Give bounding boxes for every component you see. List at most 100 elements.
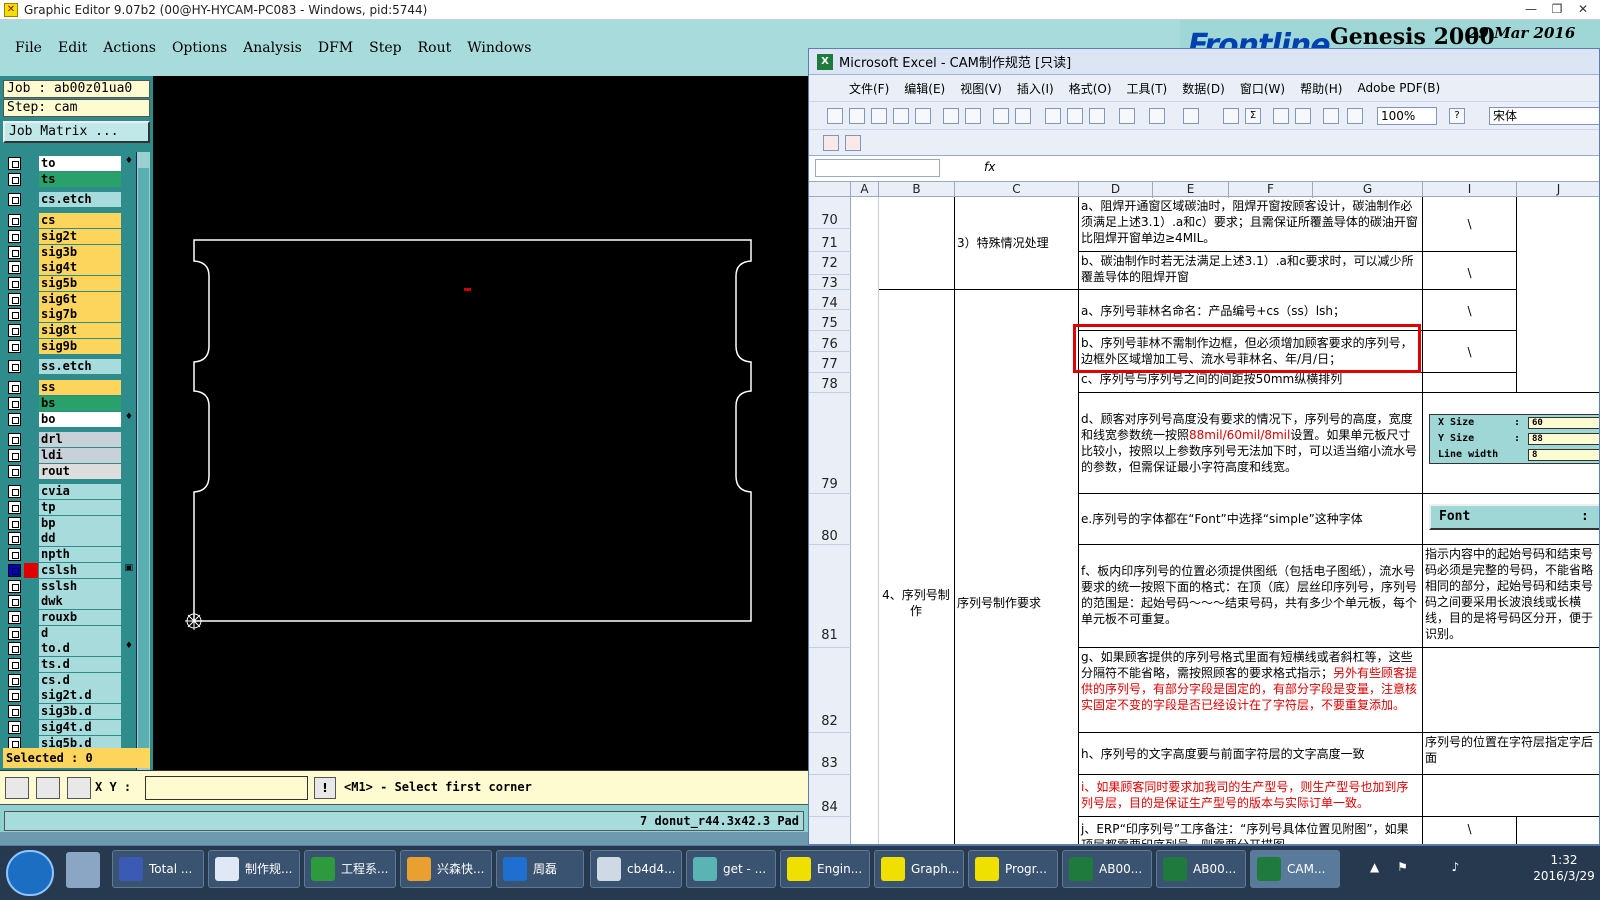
cell-i-72[interactable]: \ <box>1423 252 1517 290</box>
layer-checkbox[interactable] <box>8 705 21 719</box>
layer-name[interactable]: ss <box>39 380 121 396</box>
spelling-icon[interactable] <box>993 108 1009 124</box>
layer-row-sig2t-d[interactable]: sig2t.d <box>3 688 135 704</box>
taskbar-item[interactable]: 周磊 <box>496 850 584 888</box>
start-button[interactable] <box>6 850 54 896</box>
cut-icon[interactable] <box>1045 108 1061 124</box>
cell-d-85[interactable]: j、ERP“印序列号”工序备注：“序列号具体位置见附图”，如果顶层都需要印序列号… <box>1079 817 1423 844</box>
column-j-cells[interactable] <box>1517 197 1599 393</box>
excel-menu-view[interactable]: 视图(V) <box>960 80 1002 97</box>
layer-name[interactable]: rout <box>39 463 121 479</box>
cell-i-76[interactable]: \ <box>1423 331 1517 373</box>
layer-checkbox[interactable] <box>8 276 21 290</box>
column-a-cells[interactable] <box>851 197 879 844</box>
layer-row-to[interactable]: to ♦ <box>3 156 135 171</box>
menu-edit[interactable]: Edit <box>58 40 87 56</box>
row-header[interactable]: 82 <box>809 648 851 733</box>
layer-checkbox[interactable] <box>8 214 21 228</box>
layer-name[interactable]: bs <box>39 395 121 411</box>
layer-row-sig7b[interactable]: sig7b <box>3 307 135 323</box>
excel-menu-help[interactable]: 帮助(H) <box>1300 80 1342 97</box>
row-header[interactable]: 80 <box>809 494 851 545</box>
layer-checkbox[interactable] <box>8 563 21 577</box>
cell-i-81[interactable]: 指示内容中的起始号码和结束号码必须是完整的号码，不能省略相同的部分，起始号码和结… <box>1423 545 1599 648</box>
cell-b-70[interactable] <box>879 197 955 290</box>
layer-row-sig2t[interactable]: sig2t <box>3 228 135 244</box>
taskbar-item[interactable]: 制作规... <box>208 850 300 888</box>
layer-name[interactable]: ts.d <box>39 657 121 672</box>
row-header[interactable]: 83 <box>809 733 851 775</box>
layer-checkbox[interactable] <box>8 157 21 170</box>
cell-i-84[interactable] <box>1423 775 1599 817</box>
layer-row-sslsh[interactable]: sslsh <box>3 578 135 594</box>
permission-icon[interactable] <box>893 108 909 124</box>
layer-name[interactable]: cs <box>39 213 121 229</box>
layer-checkbox[interactable] <box>8 245 21 259</box>
layer-checkbox[interactable] <box>8 339 21 353</box>
layer-checkbox[interactable] <box>8 658 21 671</box>
layer-name[interactable]: cslsh <box>39 562 121 578</box>
layer-checkbox[interactable] <box>8 642 21 656</box>
layer-name[interactable]: cs.d <box>39 672 121 688</box>
cell-d-81[interactable]: f、板内印序列号的位置必须提供图纸（包括电子图纸），流水号要求的统一按照下面的格… <box>1079 545 1423 648</box>
layer-name[interactable]: cs.etch <box>39 192 121 208</box>
layer-row-cs-d[interactable]: cs.d <box>3 672 135 688</box>
layer-name[interactable]: sig7b <box>39 307 121 323</box>
open-icon[interactable] <box>849 108 865 124</box>
layer-name[interactable]: dwk <box>39 594 121 610</box>
layer-row-rout[interactable]: rout <box>3 463 135 479</box>
taskbar-item[interactable]: AB00... <box>1062 850 1152 888</box>
layer-name[interactable]: sig3b.d <box>39 704 121 720</box>
col-header-a[interactable]: A <box>851 182 879 198</box>
layer-row-sig4t[interactable]: sig4t <box>3 260 135 276</box>
close-button[interactable]: ✕ <box>1570 0 1596 18</box>
redo-icon[interactable] <box>1183 108 1199 124</box>
layer-checkbox[interactable] <box>8 595 21 609</box>
row-header[interactable]: 78 <box>809 373 851 393</box>
menu-file[interactable]: File <box>15 40 42 56</box>
cell-d-79[interactable]: d、顾客对序列号高度没有要求的情况下，序列号的高度，宽度和线宽参数统一按照88m… <box>1079 393 1423 494</box>
calculator-icon[interactable] <box>66 852 100 888</box>
row-header[interactable]: 70 <box>809 197 851 229</box>
excel-menu-data[interactable]: 数据(D) <box>1182 80 1225 97</box>
layer-row-d[interactable]: d <box>3 625 135 641</box>
col-header-b[interactable]: B <box>879 182 955 198</box>
layer-row-bp[interactable]: bp <box>3 515 135 531</box>
col-header-f[interactable]: F <box>1229 182 1313 198</box>
layer-name[interactable]: cvia <box>39 484 121 500</box>
sort-ascending-icon[interactable] <box>1273 108 1289 124</box>
layer-checkbox[interactable] <box>8 229 21 243</box>
layer-checkbox[interactable] <box>8 626 21 640</box>
layer-row-cvia[interactable]: cvia <box>3 484 135 500</box>
col-header-d[interactable]: D <box>1079 182 1153 198</box>
minimize-button[interactable]: — <box>1518 0 1544 18</box>
zoom-select[interactable]: 100% <box>1377 107 1437 125</box>
layer-row-tp[interactable]: tp <box>3 500 135 515</box>
graphics-canvas[interactable] <box>153 76 808 770</box>
menu-step[interactable]: Step <box>369 40 401 56</box>
menu-dfm[interactable]: DFM <box>318 40 353 56</box>
layer-row-rouxb[interactable]: rouxb <box>3 609 135 625</box>
layer-row-sig4t-d[interactable]: sig4t.d <box>3 719 135 735</box>
layer-checkbox[interactable] <box>8 292 21 306</box>
layer-row-ss-etch[interactable]: ss.etch <box>3 359 135 375</box>
cell-i-78[interactable] <box>1423 373 1517 393</box>
layer-checkbox[interactable] <box>8 548 21 562</box>
layer-checkbox[interactable] <box>8 412 21 426</box>
layer-checkbox[interactable] <box>8 720 21 734</box>
layer-name[interactable]: sig2t.d <box>39 688 121 704</box>
chart-wizard-icon[interactable] <box>1323 108 1339 124</box>
new-icon[interactable] <box>827 108 843 124</box>
cell-d-84[interactable]: i、如果顾客同时要求加我司的生产型号，则生产型号也加到序列号层，目的是保证生产型… <box>1079 775 1423 817</box>
menu-analysis[interactable]: Analysis <box>243 40 302 56</box>
layer-name[interactable]: sig4t.d <box>39 719 121 735</box>
autosum-icon[interactable]: Σ <box>1245 108 1261 124</box>
row-header[interactable] <box>809 817 851 844</box>
layer-name[interactable]: dd <box>39 531 121 547</box>
layer-row-sig6t[interactable]: sig6t <box>3 291 135 307</box>
taskbar-item[interactable]: cb4d4... <box>590 850 682 888</box>
menu-windows[interactable]: Windows <box>467 40 531 56</box>
layer-name[interactable]: ts <box>39 171 121 187</box>
hyperlink-icon[interactable] <box>1223 108 1239 124</box>
taskbar-item[interactable]: get - ... <box>686 850 776 888</box>
